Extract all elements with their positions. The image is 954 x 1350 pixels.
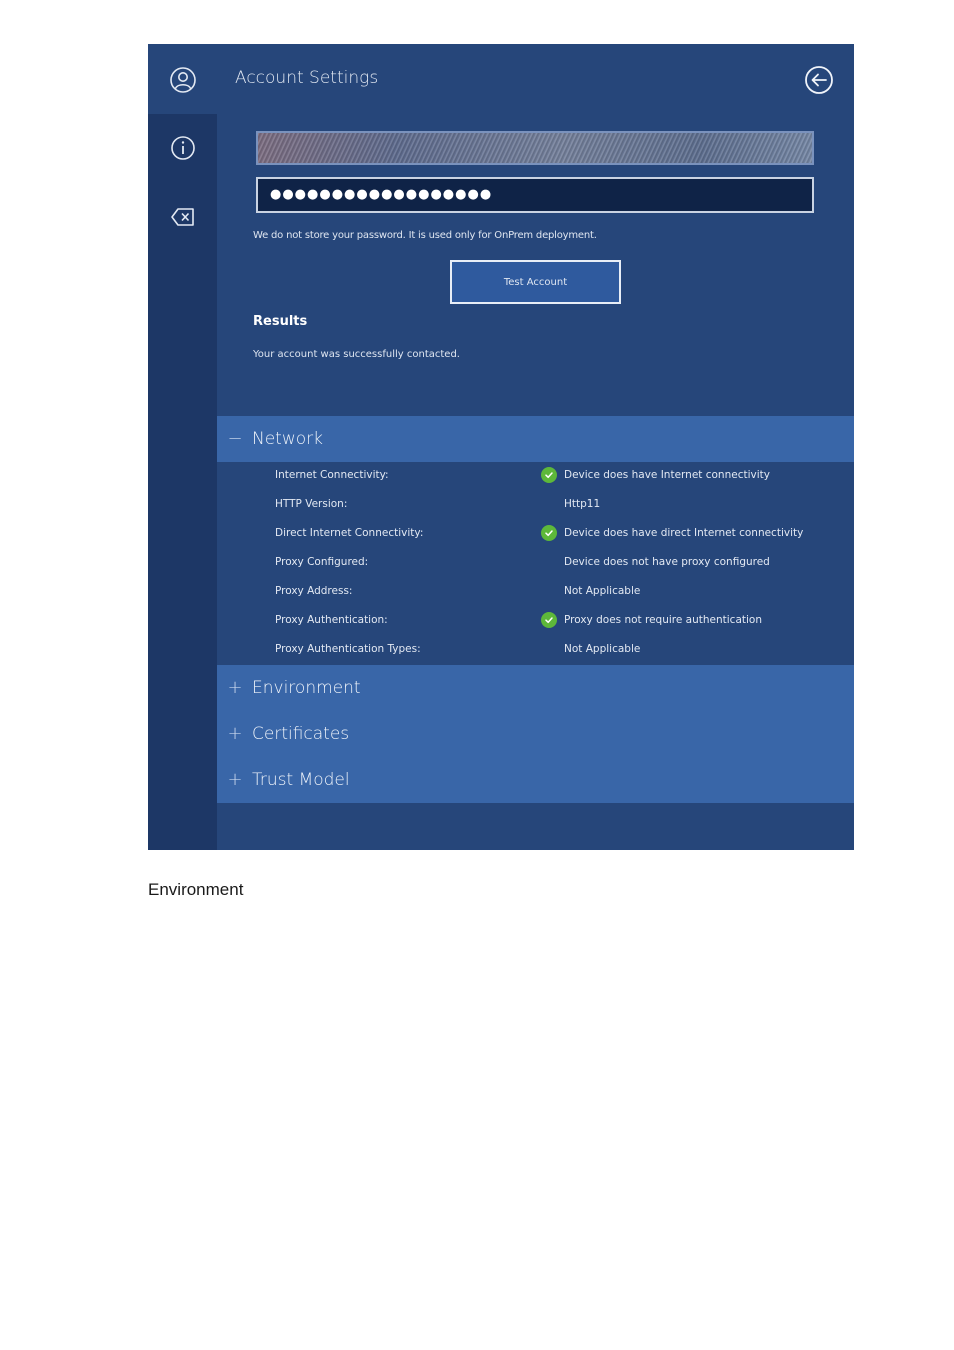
network-row-key: Proxy Authentication Types:	[275, 643, 421, 655]
network-row-value: Device does have Internet connectivity	[564, 469, 770, 481]
network-row-key: Proxy Address:	[275, 585, 353, 597]
username-field[interactable]	[256, 131, 814, 165]
network-row: Proxy Authentication Types: Not Applicab…	[217, 636, 854, 665]
network-row-value: Proxy does not require authentication	[564, 614, 762, 626]
section-network-header[interactable]: − Network	[217, 416, 854, 462]
header-bar: Account Settings	[148, 44, 854, 114]
results-heading: Results	[253, 314, 308, 329]
network-row: Proxy Address: Not Applicable	[217, 578, 854, 607]
network-row: Proxy Authentication: Proxy does not req…	[217, 607, 854, 636]
network-row-value: Not Applicable	[564, 643, 641, 655]
password-note: We do not store your password. It is use…	[253, 230, 597, 241]
network-row-key: HTTP Version:	[275, 498, 348, 510]
collapse-icon: −	[227, 428, 243, 449]
account-icon[interactable]	[167, 64, 199, 96]
network-row-key: Proxy Authentication:	[275, 614, 388, 626]
clear-icon[interactable]	[167, 201, 199, 233]
expand-icon: +	[227, 723, 243, 744]
network-row-key: Proxy Configured:	[275, 556, 369, 568]
info-icon[interactable]	[167, 132, 199, 164]
network-row: Proxy Configured: Device does not have p…	[217, 549, 854, 578]
check-icon	[541, 525, 557, 541]
section-trust-model-label: Trust Model	[252, 770, 350, 790]
check-icon	[541, 467, 557, 483]
expand-icon: +	[227, 677, 243, 698]
network-row-key: Internet Connectivity:	[275, 469, 389, 481]
empty-panel-area	[217, 804, 854, 850]
network-row-value: Device does have direct Internet connect…	[564, 527, 804, 539]
network-row: HTTP Version: Http11	[217, 491, 854, 520]
results-text: Your account was successfully contacted.	[253, 349, 460, 360]
expand-icon: +	[227, 769, 243, 790]
section-network-label: Network	[252, 429, 323, 449]
check-icon	[541, 612, 557, 628]
password-field[interactable]: ●●●●●●●●●●●●●●●●●●	[256, 177, 814, 213]
account-settings-window: Account Settings ●●●●●●●●●●●●●●●●●● We d…	[148, 44, 854, 850]
section-environment-header[interactable]: + Environment	[217, 665, 854, 711]
section-trust-model-header[interactable]: + Trust Model	[217, 757, 854, 803]
section-certificates-label: Certificates	[252, 724, 350, 744]
test-account-button[interactable]: Test Account	[450, 260, 621, 304]
document-caption: Environment	[148, 880, 244, 899]
section-certificates-header[interactable]: + Certificates	[217, 711, 854, 757]
network-details: Internet Connectivity: Device does have …	[217, 462, 854, 665]
network-row: Internet Connectivity: Device does have …	[217, 462, 854, 491]
network-row-value: Not Applicable	[564, 585, 641, 597]
network-row-value: Device does not have proxy configured	[564, 556, 770, 568]
network-row: Direct Internet Connectivity: Device doe…	[217, 520, 854, 549]
back-arrow-icon[interactable]	[803, 64, 835, 96]
page-title: Account Settings	[235, 68, 379, 88]
section-environment-label: Environment	[252, 678, 361, 698]
sidebar	[148, 114, 217, 850]
network-row-value: Http11	[564, 498, 601, 510]
network-row-key: Direct Internet Connectivity:	[275, 527, 424, 539]
